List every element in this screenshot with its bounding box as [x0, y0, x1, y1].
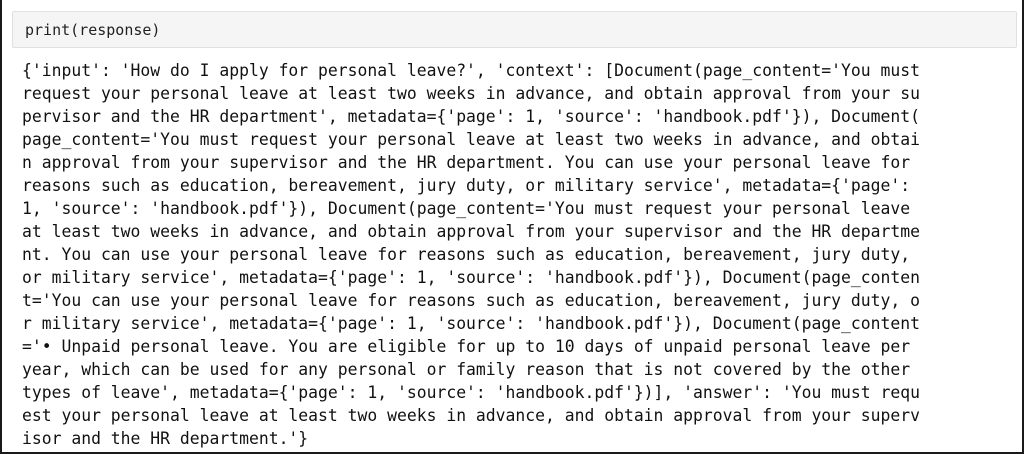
output-line: year, which can be used for any personal… [22, 360, 911, 379]
output-line: types of leave', metadata={'page': 1, 's… [22, 383, 920, 402]
output-line: 1, 'source': 'handbook.pdf'}), Document(… [22, 199, 911, 218]
notebook-cell-frame: print(response) {'input': 'How do I appl… [0, 0, 1024, 454]
output-line: {'input': 'How do I apply for personal l… [22, 61, 920, 80]
output-line: request your personal leave at least two… [22, 84, 920, 103]
code-input-cell[interactable]: print(response) [12, 11, 1017, 48]
output-line: n approval from your supervisor and the … [22, 153, 911, 172]
output-line: page_content='You must request your pers… [22, 130, 920, 149]
output-line: est your personal leave at least two wee… [22, 406, 920, 425]
output-line: or military service', metadata={'page': … [22, 268, 920, 287]
code-text: print(response) [25, 20, 161, 39]
output-line: reasons such as education, bereavement, … [22, 176, 911, 195]
output-line: r military service', metadata={'page': 1… [22, 314, 920, 333]
output-line: ='• Unpaid personal leave. You are eligi… [22, 337, 911, 356]
output-line: pervisor and the HR department', metadat… [22, 107, 920, 126]
output-line: nt. You can use your personal leave for … [22, 245, 911, 264]
output-line: at least two weeks in advance, and obtai… [22, 222, 920, 241]
output-line: isor and the HR department.'} [22, 429, 309, 448]
cell-output: {'input': 'How do I apply for personal l… [22, 59, 1017, 450]
output-line: t='You can use your personal leave for r… [22, 291, 920, 310]
